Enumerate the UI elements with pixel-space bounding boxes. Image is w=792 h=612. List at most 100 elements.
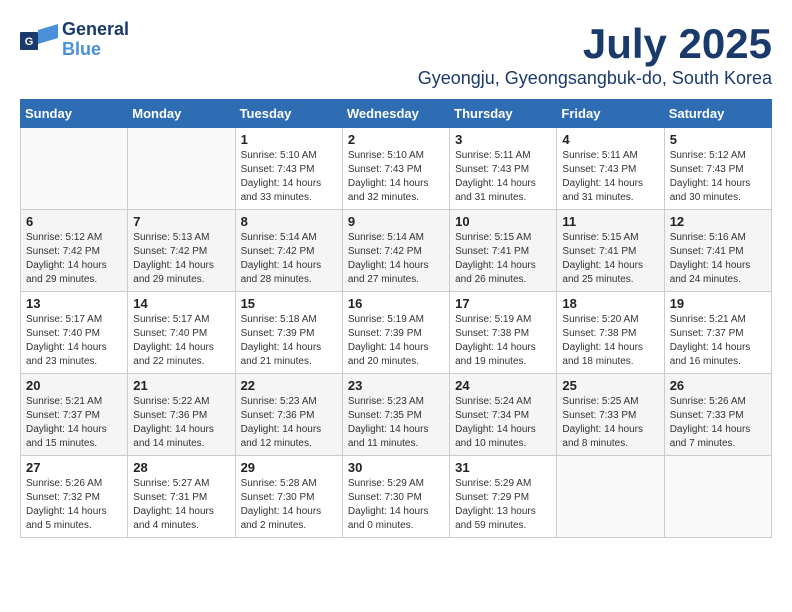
day-info: Sunrise: 5:10 AM Sunset: 7:43 PM Dayligh… — [348, 149, 444, 205]
day-number: 19 — [670, 296, 766, 311]
day-number: 18 — [562, 296, 658, 311]
day-number: 30 — [348, 460, 444, 475]
day-number: 31 — [455, 460, 551, 475]
calendar-cell: 9 Sunrise: 5:14 AM Sunset: 7:42 PM Daylig… — [342, 210, 449, 292]
calendar-table: SundayMondayTuesdayWednesdayThursdayFrid… — [20, 99, 772, 538]
calendar-cell: 22 Sunrise: 5:23 AM Sunset: 7:36 PM Dayli… — [235, 374, 342, 456]
day-info: Sunrise: 5:15 AM Sunset: 7:41 PM Dayligh… — [455, 231, 551, 287]
day-number: 9 — [348, 214, 444, 229]
day-number: 23 — [348, 378, 444, 393]
day-number: 21 — [133, 378, 229, 393]
calendar-cell: 2Sunrise: 5:10 AM Sunset: 7:43 PM Daylig… — [342, 128, 449, 210]
svg-text:G: G — [25, 36, 34, 48]
day-number: 5 — [670, 132, 766, 147]
day-number: 27 — [26, 460, 122, 475]
day-info: Sunrise: 5:10 AM Sunset: 7:43 PM Dayligh… — [241, 149, 337, 205]
day-number: 3 — [455, 132, 551, 147]
calendar-cell: 6Sunrise: 5:12 AM Sunset: 7:42 PM Daylig… — [21, 210, 128, 292]
calendar-cell — [128, 128, 235, 210]
logo-name: General — [62, 20, 129, 40]
logo: G General Blue — [20, 20, 129, 60]
day-info: Sunrise: 5:21 AM Sunset: 7:37 PM Dayligh… — [670, 313, 766, 369]
day-number: 22 — [241, 378, 337, 393]
calendar-cell: 23 Sunrise: 5:23 AM Sunset: 7:35 PM Dayli… — [342, 374, 449, 456]
day-number: 11 — [562, 214, 658, 229]
day-info: Sunrise: 5:28 AM Sunset: 7:30 PM Dayligh… — [241, 477, 337, 533]
calendar-cell: 12 Sunrise: 5:16 AM Sunset: 7:41 PM Dayli… — [664, 210, 771, 292]
calendar-cell — [21, 128, 128, 210]
day-info: Sunrise: 5:29 AM Sunset: 7:30 PM Dayligh… — [348, 477, 444, 533]
day-info: Sunrise: 5:12 AM Sunset: 7:43 PM Dayligh… — [670, 149, 766, 205]
calendar-header-row: SundayMondayTuesdayWednesdayThursdayFrid… — [21, 100, 772, 128]
calendar-cell — [664, 456, 771, 538]
day-number: 17 — [455, 296, 551, 311]
day-number: 6 — [26, 214, 122, 229]
calendar-cell: 21 Sunrise: 5:22 AM Sunset: 7:36 PM Dayli… — [128, 374, 235, 456]
calendar-cell: 31 Sunrise: 5:29 AM Sunset: 7:29 PM Dayli… — [450, 456, 557, 538]
calendar-cell: 27 Sunrise: 5:26 AM Sunset: 7:32 PM Dayli… — [21, 456, 128, 538]
day-number: 16 — [348, 296, 444, 311]
day-number: 7 — [133, 214, 229, 229]
day-info: Sunrise: 5:29 AM Sunset: 7:29 PM Dayligh… — [455, 477, 551, 533]
day-info: Sunrise: 5:23 AM Sunset: 7:36 PM Dayligh… — [241, 395, 337, 451]
calendar-cell: 16 Sunrise: 5:19 AM Sunset: 7:39 PM Dayli… — [342, 292, 449, 374]
calendar-week-row: 6Sunrise: 5:12 AM Sunset: 7:42 PM Daylig… — [21, 210, 772, 292]
calendar-cell: 7 Sunrise: 5:13 AM Sunset: 7:42 PM Daylig… — [128, 210, 235, 292]
calendar-cell: 26Sunrise: 5:26 AM Sunset: 7:33 PM Dayli… — [664, 374, 771, 456]
day-header-friday: Friday — [557, 100, 664, 128]
day-info: Sunrise: 5:11 AM Sunset: 7:43 PM Dayligh… — [455, 149, 551, 205]
page-header: G General Blue July 2025 Gyeongju, Gyeon… — [20, 20, 772, 89]
day-info: Sunrise: 5:24 AM Sunset: 7:34 PM Dayligh… — [455, 395, 551, 451]
day-info: Sunrise: 5:26 AM Sunset: 7:33 PM Dayligh… — [670, 395, 766, 451]
calendar-cell: 14 Sunrise: 5:17 AM Sunset: 7:40 PM Dayli… — [128, 292, 235, 374]
calendar-cell: 11Sunrise: 5:15 AM Sunset: 7:41 PM Dayli… — [557, 210, 664, 292]
day-info: Sunrise: 5:13 AM Sunset: 7:42 PM Dayligh… — [133, 231, 229, 287]
calendar-cell: 17 Sunrise: 5:19 AM Sunset: 7:38 PM Dayli… — [450, 292, 557, 374]
logo-icon: G — [20, 24, 58, 56]
day-header-wednesday: Wednesday — [342, 100, 449, 128]
day-info: Sunrise: 5:17 AM Sunset: 7:40 PM Dayligh… — [26, 313, 122, 369]
day-number: 4 — [562, 132, 658, 147]
day-info: Sunrise: 5:18 AM Sunset: 7:39 PM Dayligh… — [241, 313, 337, 369]
day-info: Sunrise: 5:16 AM Sunset: 7:41 PM Dayligh… — [670, 231, 766, 287]
day-number: 28 — [133, 460, 229, 475]
day-info: Sunrise: 5:19 AM Sunset: 7:39 PM Dayligh… — [348, 313, 444, 369]
month-title: July 2025 — [418, 20, 772, 68]
calendar-cell: 5 Sunrise: 5:12 AM Sunset: 7:43 PM Daylig… — [664, 128, 771, 210]
calendar-cell: 20 Sunrise: 5:21 AM Sunset: 7:37 PM Dayli… — [21, 374, 128, 456]
location-title: Gyeongju, Gyeongsangbuk-do, South Korea — [418, 68, 772, 89]
day-info: Sunrise: 5:21 AM Sunset: 7:37 PM Dayligh… — [26, 395, 122, 451]
day-number: 25 — [562, 378, 658, 393]
day-info: Sunrise: 5:25 AM Sunset: 7:33 PM Dayligh… — [562, 395, 658, 451]
day-info: Sunrise: 5:14 AM Sunset: 7:42 PM Dayligh… — [348, 231, 444, 287]
day-info: Sunrise: 5:14 AM Sunset: 7:42 PM Dayligh… — [241, 231, 337, 287]
day-number: 13 — [26, 296, 122, 311]
day-info: Sunrise: 5:26 AM Sunset: 7:32 PM Dayligh… — [26, 477, 122, 533]
day-number: 20 — [26, 378, 122, 393]
day-number: 12 — [670, 214, 766, 229]
calendar-cell: 4Sunrise: 5:11 AM Sunset: 7:43 PM Daylig… — [557, 128, 664, 210]
day-info: Sunrise: 5:27 AM Sunset: 7:31 PM Dayligh… — [133, 477, 229, 533]
day-header-tuesday: Tuesday — [235, 100, 342, 128]
day-number: 10 — [455, 214, 551, 229]
day-info: Sunrise: 5:22 AM Sunset: 7:36 PM Dayligh… — [133, 395, 229, 451]
day-info: Sunrise: 5:20 AM Sunset: 7:38 PM Dayligh… — [562, 313, 658, 369]
day-info: Sunrise: 5:19 AM Sunset: 7:38 PM Dayligh… — [455, 313, 551, 369]
day-number: 1 — [241, 132, 337, 147]
calendar-cell: 24 Sunrise: 5:24 AM Sunset: 7:34 PM Dayli… — [450, 374, 557, 456]
day-info: Sunrise: 5:17 AM Sunset: 7:40 PM Dayligh… — [133, 313, 229, 369]
day-info: Sunrise: 5:23 AM Sunset: 7:35 PM Dayligh… — [348, 395, 444, 451]
calendar-cell: 3 Sunrise: 5:11 AM Sunset: 7:43 PM Daylig… — [450, 128, 557, 210]
day-number: 14 — [133, 296, 229, 311]
calendar-cell: 29Sunrise: 5:28 AM Sunset: 7:30 PM Dayli… — [235, 456, 342, 538]
calendar-cell: 15 Sunrise: 5:18 AM Sunset: 7:39 PM Dayli… — [235, 292, 342, 374]
calendar-cell: 8 Sunrise: 5:14 AM Sunset: 7:42 PM Daylig… — [235, 210, 342, 292]
calendar-cell: 30 Sunrise: 5:29 AM Sunset: 7:30 PM Dayli… — [342, 456, 449, 538]
calendar-week-row: 20 Sunrise: 5:21 AM Sunset: 7:37 PM Dayli… — [21, 374, 772, 456]
day-number: 24 — [455, 378, 551, 393]
calendar-week-row: 13 Sunrise: 5:17 AM Sunset: 7:40 PM Dayli… — [21, 292, 772, 374]
calendar-cell: 25 Sunrise: 5:25 AM Sunset: 7:33 PM Dayli… — [557, 374, 664, 456]
calendar-cell: 18 Sunrise: 5:20 AM Sunset: 7:38 PM Dayli… — [557, 292, 664, 374]
day-number: 8 — [241, 214, 337, 229]
day-number: 15 — [241, 296, 337, 311]
